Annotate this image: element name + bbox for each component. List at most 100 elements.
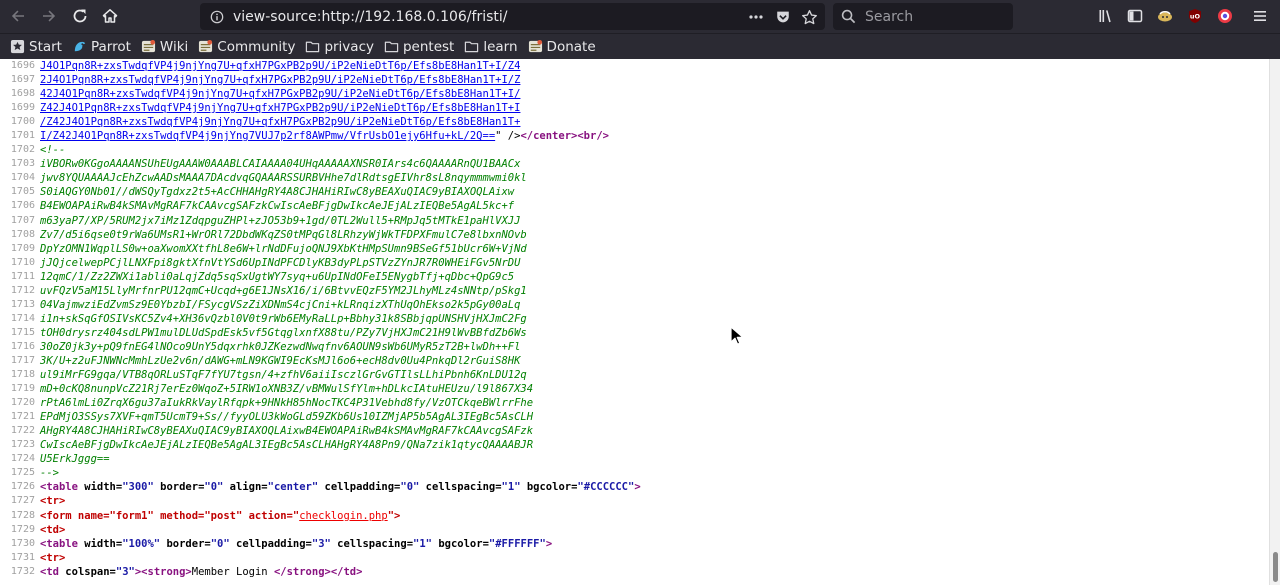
line-number: 1729 [10, 523, 35, 535]
source-token: <table [40, 537, 85, 550]
pocket-button[interactable] [774, 8, 792, 26]
image-data-link[interactable]: I/Z42J4O1Pqn8R+zxsTwdqfVP4j9njYng7VUJ7p2… [40, 130, 495, 142]
scrollbar-thumb[interactable] [1273, 552, 1278, 582]
bookmark-label: pentest [402, 38, 455, 55]
bookmark-community[interactable]: Community [198, 39, 295, 55]
url-bar[interactable]: view-source:http://192.168.0.106/fristi/ [200, 3, 825, 30]
bookmark-wiki[interactable]: Wiki [141, 39, 188, 55]
source-line: 1725 --> [0, 466, 1269, 480]
privacy-badger-button[interactable] [1215, 6, 1235, 26]
bookmark-star-button[interactable] [800, 8, 818, 26]
line-number: 1699 [10, 102, 35, 114]
source-token: colspan= [65, 565, 116, 578]
home-button[interactable] [97, 4, 123, 28]
line-code: CwIscAeBFjgDwIkcAeJEjALzIEQBe5AgAL3IEgBc… [40, 438, 533, 452]
source-line: 1701 I/Z42J4O1Pqn8R+zxsTwdqfVP4j9njYng7VU… [0, 129, 1269, 143]
extension-button[interactable] [1155, 6, 1175, 26]
bookmark-donate[interactable]: Donate [528, 39, 596, 55]
source-line: 1731 <tr> [0, 551, 1269, 565]
image-data-link[interactable]: /Z42J4O1Pqn8R+zxsTwdqfVP4j9njYng7U+qfxH7… [40, 116, 520, 128]
source-line: 1721 EPdMjO3SSys7XVF+qmT5UcmT9+Ss//fyyOLU… [0, 410, 1269, 424]
library-button[interactable] [1096, 6, 1116, 26]
privacy-badger-icon [1218, 9, 1232, 23]
bookmark-label: Wiki [159, 38, 189, 55]
line-number: 1722 [10, 425, 35, 437]
mouse-cursor-icon [730, 326, 744, 345]
bookmark-folder-learn[interactable]: learn [464, 39, 518, 55]
line-code: <form name="form1" method="post" action=… [40, 509, 400, 523]
source-token: > [634, 481, 641, 494]
source-token: <table [40, 481, 85, 494]
image-data-link[interactable]: J4O1Pqn8R+zxsTwdqfVP4j9njYng7U+qfxH7PGxP… [40, 60, 520, 72]
image-data-link[interactable]: 2J4O1Pqn8R+zxsTwdqfVP4j9njYng7U+qfxH7PGx… [40, 74, 520, 86]
source-comment: U5ErkJggg== [40, 453, 110, 466]
source-comment: CwIscAeBFjgDwIkcAeJEjALzIEQBe5AgAL3IEgBc… [40, 439, 534, 452]
line-code: rPtA6lmLi0ZrqX6gu37aIukRkVaylRfqpk+9HNkH… [40, 396, 533, 410]
source-comment: <!-- [40, 144, 66, 157]
reload-button[interactable] [67, 4, 93, 28]
sidebar-icon [1127, 9, 1143, 23]
source-line: 1711 12qmC/1/Zz2ZWXi1abli0aLqjZdq5sqSxUgt… [0, 270, 1269, 284]
line-number: 1719 [10, 383, 35, 395]
source-comment: iVBORw0KGgoAAAANSUhEUgAAAW0AAABLCAIAAAA0… [40, 158, 521, 171]
source-comment: mD+0cKQ8nunpVcZ21Rj7erEz0WqoZ+5IRW1oXNB3… [40, 383, 534, 396]
line-code: 2J4O1Pqn8R+zxsTwdqfVP4j9njYng7U+qfxH7PGx… [40, 73, 520, 87]
source-line: 1719 mD+0cKQ8nunpVcZ21Rj7erEz0WqoZ+5IRW1o… [0, 382, 1269, 396]
line-code: EPdMjO3SSys7XVF+qmT5UcmT9+Ss//fyyOLU3kWo… [40, 410, 533, 424]
sidebar-button[interactable] [1125, 6, 1145, 26]
parrot-icon [72, 39, 87, 54]
line-code: J4O1Pqn8R+zxsTwdqfVP4j9njYng7U+qfxH7PGxP… [40, 59, 520, 73]
info-icon[interactable] [210, 10, 224, 24]
line-code: ul9iMrFG9gqa/VTB8qORLuSTqF7fYU7tgsn/4+zf… [40, 368, 527, 382]
source-comment: ul9iMrFG9gqa/VTB8qORLuSTqF7fYU7tgsn/4+zf… [40, 369, 527, 382]
line-code: 12qmC/1/Zz2ZWXi1abli0aLqjZdq5sqSxUgtWY7s… [40, 270, 514, 284]
star-page-icon [10, 39, 25, 54]
source-token: "0" [210, 537, 230, 550]
line-code: 3K/U+z2uFJNWNcMmhLzUe2v6n/dAWG+mLN9KGWI9… [40, 354, 520, 368]
line-code: S0iAQGY0Nb01//dWSQyTgdxz2t5+AcCHHAHgRY4A… [40, 185, 514, 199]
url-text[interactable]: view-source:http://192.168.0.106/fristi/ [233, 9, 508, 25]
line-number: 1726 [10, 481, 35, 493]
image-data-link[interactable]: Z42J4O1Pqn8R+zxsTwdqfVP4j9njYng7U+qfxH7P… [40, 102, 520, 114]
source-token: "300" [122, 481, 154, 494]
line-number: 1702 [10, 144, 35, 156]
forward-button[interactable] [36, 4, 62, 28]
source-token: cellpadding= [318, 481, 401, 494]
source-line: 1726 <table width="300" border="0" align=… [0, 480, 1269, 494]
source-line: 1700/Z42J4O1Pqn8R+zxsTwdqfVP4j9njYng7U+q… [0, 115, 1269, 129]
page-actions-button[interactable] [747, 8, 765, 26]
source-line: 1723 CwIscAeBFjgDwIkcAeJEjALzIEQBe5AgAL3I… [0, 438, 1269, 452]
reload-icon [73, 9, 87, 23]
line-code: /Z42J4O1Pqn8R+zxsTwdqfVP4j9njYng7U+qfxH7… [40, 115, 520, 129]
checklogin-link[interactable]: checklogin.php [299, 510, 388, 522]
search-bar[interactable] [833, 3, 1013, 30]
line-number: 1711 [10, 270, 35, 282]
back-button[interactable] [5, 4, 31, 28]
line-number: 1710 [10, 256, 35, 268]
line-code: mD+0cKQ8nunpVcZ21Rj7erEz0WqoZ+5IRW1oXNB3… [40, 382, 533, 396]
search-input[interactable] [865, 8, 1005, 25]
line-number: 1706 [10, 200, 35, 212]
menu-button[interactable] [1250, 6, 1270, 26]
source-line: 1699 Z42J4O1Pqn8R+zxsTwdqfVP4j9njYng7U+qf… [0, 101, 1269, 115]
line-number: 1732 [10, 565, 35, 577]
bookmark-label: privacy [324, 38, 374, 55]
bookmark-folder-pentest[interactable]: pentest [384, 39, 454, 55]
source-token: "0" [204, 481, 224, 494]
source-token: cellpadding= [229, 537, 312, 550]
bookmark-parrot[interactable]: Parrot [72, 39, 131, 55]
ublock-button[interactable]: uO [1185, 6, 1205, 26]
source-token: align= [223, 481, 268, 494]
bookmark-folder-privacy[interactable]: privacy [305, 39, 374, 55]
bookmark-start[interactable]: Start [10, 39, 62, 55]
line-number: 1717 [10, 354, 35, 366]
source-comment: S0iAQGY0Nb01//dWSQyTgdxz2t5+AcCHHAHgRY4A… [40, 186, 515, 199]
source-line: 1706 B4EWOAPAiRwB4kSMAvMgRAF7kCAAvcgSAFzk… [0, 199, 1269, 213]
source-tag: </center> [520, 130, 578, 143]
image-data-link[interactable]: 42J4O1Pqn8R+zxsTwdqfVP4j9njYng7U+qfxH7PG… [40, 88, 520, 100]
source-token: cellspacing= [419, 481, 502, 494]
source-comment: jJQjcelwepPCjlLNXFpi8gktXfnVtYSd6UpINdPF… [40, 256, 521, 269]
source-token: "> [387, 509, 401, 522]
vertical-scrollbar[interactable] [1269, 59, 1280, 585]
view-source-content: 1696 J4O1Pqn8R+zxsTwdqfVP4j9njYng7U+qfxH7… [0, 59, 1269, 585]
